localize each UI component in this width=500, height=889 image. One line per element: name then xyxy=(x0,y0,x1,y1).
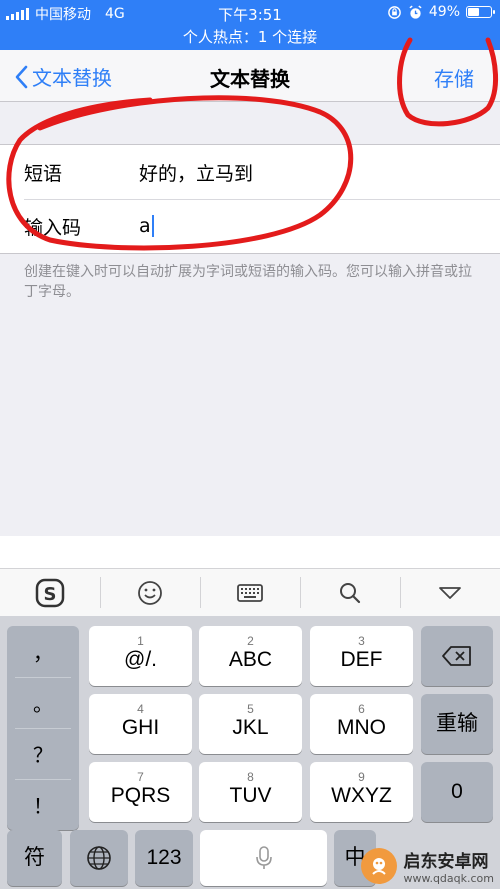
space-key[interactable] xyxy=(200,830,327,886)
key-label: DEF xyxy=(340,648,383,671)
key-label: 123 xyxy=(146,846,182,869)
emoji-button[interactable] xyxy=(100,569,200,616)
save-button[interactable]: 存储 xyxy=(434,63,474,92)
keyboard-toolbar: S xyxy=(0,568,500,616)
key-3[interactable]: 3 DEF xyxy=(310,626,413,686)
shortcut-row[interactable]: 输入码 a xyxy=(0,199,500,253)
phrase-row[interactable]: 短语 好的，立马到 xyxy=(0,145,500,199)
delete-key[interactable] xyxy=(421,626,493,686)
key-label: ABC xyxy=(228,648,273,671)
shortcut-label: 输入码 xyxy=(24,216,82,239)
globe-icon xyxy=(87,846,111,870)
key-8[interactable]: 8 TUV xyxy=(199,762,302,822)
shortcut-value: a xyxy=(139,214,151,237)
question-key[interactable]: ？ xyxy=(7,728,79,779)
key-4[interactable]: 4 GHI xyxy=(89,694,192,754)
key-9[interactable]: 9 WXYZ xyxy=(310,762,413,822)
punctuation-column: ， 。 ？ ！ xyxy=(7,626,79,830)
exclamation-key[interactable]: ！ xyxy=(7,779,79,830)
period-key[interactable]: 。 xyxy=(7,677,79,728)
key-number: 9 xyxy=(358,770,365,784)
rotation-lock-icon xyxy=(388,5,401,19)
alarm-icon xyxy=(409,5,422,19)
key-6[interactable]: 6 MNO xyxy=(310,694,413,754)
reinput-key[interactable]: 重输 xyxy=(421,694,493,754)
symbol-key[interactable]: 符 xyxy=(7,830,62,886)
text-replacement-form: 短语 好的，立马到 输入码 a xyxy=(0,144,500,254)
collapse-icon xyxy=(439,586,461,599)
watermark: 启东安卓网 www.qdaqk.com xyxy=(361,847,494,885)
watermark-logo-icon xyxy=(361,848,398,884)
emoji-icon xyxy=(138,580,162,605)
text-cursor xyxy=(151,215,154,238)
back-button[interactable]: 文本替换 xyxy=(14,62,112,91)
microphone-icon xyxy=(255,846,272,869)
battery-icon xyxy=(466,6,495,18)
key-number: 5 xyxy=(247,702,254,716)
battery-percent: 49% xyxy=(428,4,460,20)
collapse-keyboard-button[interactable] xyxy=(400,569,500,616)
key-number: 6 xyxy=(358,702,365,716)
key-label: WXYZ xyxy=(331,784,392,807)
key-label: GHI xyxy=(121,716,160,739)
hint-text: 创建在键入时可以自动扩展为字词或短语的输入码。您可以输入拼音或拉丁字母。 xyxy=(24,264,472,300)
key-number: 4 xyxy=(137,702,144,716)
sogou-logo-icon: S xyxy=(35,578,65,607)
key-2[interactable]: 2 ABC xyxy=(199,626,302,686)
key-label: PQRS xyxy=(110,784,171,807)
key-number: 8 xyxy=(247,770,254,784)
comma-key[interactable]: ， xyxy=(7,626,79,677)
backspace-icon xyxy=(442,646,471,666)
chevron-left-icon xyxy=(15,65,28,88)
phrase-field[interactable]: 好的，立马到 xyxy=(139,159,500,186)
key-1[interactable]: 1 @/. xyxy=(89,626,192,686)
key-label: 0 xyxy=(451,780,463,803)
keyboard: ， 。 ？ ！ 1 @/. 2 ABC 3 DEF 4 GHI 5 JKL 6 MNO 重输… xyxy=(0,616,500,889)
key-number: 2 xyxy=(247,634,254,648)
svg-text:S: S xyxy=(44,584,57,605)
hotspot-banner[interactable]: 个人热点：1 个连接 xyxy=(0,26,500,47)
key-label: JKL xyxy=(232,716,269,739)
search-icon xyxy=(340,582,361,603)
watermark-text: 启东安卓网 www.qdaqk.com xyxy=(403,847,494,885)
globe-key[interactable] xyxy=(70,830,128,886)
number-mode-key[interactable]: 123 xyxy=(135,830,193,886)
navigation-bar: 文本替换 文本替换 存储 xyxy=(0,50,500,102)
keyboard-icon xyxy=(237,583,263,602)
key-number: 1 xyxy=(137,634,144,648)
search-button[interactable] xyxy=(300,569,400,616)
watermark-name: 启东安卓网 xyxy=(403,852,489,872)
phrase-label: 短语 xyxy=(24,162,63,185)
key-label: 符 xyxy=(24,846,45,869)
keyboard-spacer xyxy=(0,536,500,568)
watermark-url: www.qdaqk.com xyxy=(403,872,494,885)
key-label: 重输 xyxy=(436,712,478,735)
key-label: @/. xyxy=(124,648,157,671)
key-number: 3 xyxy=(358,634,365,648)
key-number: 7 xyxy=(137,770,144,784)
sogou-button[interactable]: S xyxy=(0,569,100,616)
key-5[interactable]: 5 JKL xyxy=(199,694,302,754)
key-label: TUV xyxy=(229,784,272,807)
key-label: MNO xyxy=(337,716,386,739)
shortcut-field[interactable]: a xyxy=(139,215,500,238)
status-bar: 中国移动 4G 下午3:51 49% 个人热点：1 个连接 xyxy=(0,0,500,50)
status-right: 49% xyxy=(387,4,495,20)
key-7[interactable]: 7 PQRS xyxy=(89,762,192,822)
back-label: 文本替换 xyxy=(32,66,112,90)
keyboard-switch-button[interactable] xyxy=(200,569,300,616)
zero-key[interactable]: 0 xyxy=(421,762,493,822)
